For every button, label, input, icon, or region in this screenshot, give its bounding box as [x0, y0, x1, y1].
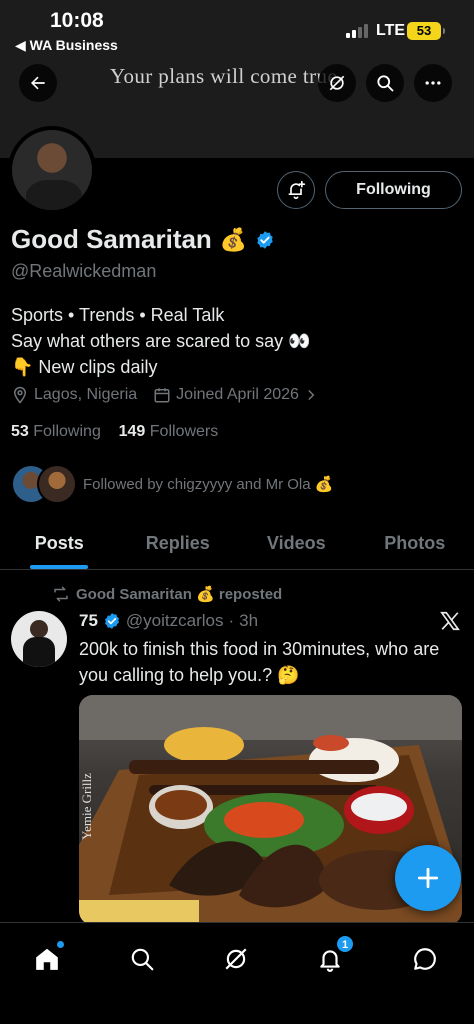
post-author-handle[interactable]: @yoitzcarlos	[126, 611, 224, 631]
tab-replies[interactable]: Replies	[119, 522, 238, 569]
tab-posts[interactable]: Posts	[0, 522, 119, 569]
compose-button[interactable]	[395, 845, 461, 911]
profile-meta: Lagos, Nigeria Joined April 2026	[11, 386, 334, 404]
money-bag-emoji: 💰	[219, 226, 248, 252]
nav-grok[interactable]	[214, 937, 258, 981]
followed-by-row[interactable]: Followed by chigzyyyy and Mr Ola 💰	[11, 464, 333, 504]
more-button[interactable]	[414, 64, 452, 102]
tab-photos[interactable]: Photos	[356, 522, 474, 569]
joined-item[interactable]: Joined April 2026	[153, 386, 318, 404]
back-arrow-icon	[31, 76, 45, 90]
bio-line: 👇 New clips daily	[11, 357, 158, 377]
grok-icon	[225, 948, 247, 970]
grok-button[interactable]	[318, 64, 356, 102]
post-separator: ·	[228, 611, 235, 630]
post-time: 3h	[239, 611, 259, 630]
home-indicator-dot	[57, 941, 64, 948]
followers-count-link[interactable]: 149 Followers	[119, 423, 219, 440]
grok-icon	[329, 75, 345, 91]
followed-by-text: Followed by chigzyyyy and Mr Ola 💰	[83, 476, 334, 493]
tab-videos[interactable]: Videos	[237, 522, 356, 569]
post-author-avatar[interactable]	[11, 611, 67, 667]
x-logo-icon[interactable]	[439, 610, 461, 632]
bottom-nav: 1	[0, 922, 474, 1024]
network-label: LTE	[376, 22, 406, 39]
battery-icon: 53	[407, 22, 445, 40]
bio-line: Say what others are scared to say 👀	[11, 331, 311, 351]
verified-icon	[104, 613, 119, 629]
location-text: Lagos, Nigeria	[34, 386, 138, 403]
bio-line: Sports • Trends • Real Talk	[11, 305, 225, 325]
followers-count: 149	[118, 423, 146, 440]
joined-text: Joined April 2026	[176, 386, 299, 403]
post-author-name[interactable]: 75	[79, 611, 98, 631]
home-icon	[36, 948, 58, 970]
following-count-link[interactable]: 53 Following	[11, 423, 101, 440]
status-bar: 10:08 ◀ WA Business LTE 53	[0, 0, 474, 60]
post-header: 75 @yoitzcarlos · 3h	[79, 611, 258, 631]
nav-notifications[interactable]: 1	[308, 935, 354, 981]
search-button[interactable]	[366, 64, 404, 102]
profile-avatar[interactable]	[8, 126, 96, 214]
verified-icon[interactable]	[255, 230, 275, 250]
profile-name: Good Samaritan 💰	[11, 224, 275, 255]
banner-text: Your plans will come true.	[110, 64, 343, 88]
image-watermark: Yemie Grillz	[79, 773, 94, 840]
calendar-icon	[154, 388, 170, 403]
follow-counts: 53 Following 149 Followers	[11, 423, 218, 441]
follower-avatar	[37, 464, 77, 504]
profile-name-text: Good Samaritan	[11, 224, 212, 254]
following-label: Following	[33, 423, 101, 440]
messages-icon	[414, 948, 436, 970]
location-item: Lagos, Nigeria	[11, 386, 137, 404]
signal-icon	[346, 24, 370, 38]
status-time: 10:08	[50, 9, 104, 32]
profile-tabs: Posts Replies Videos Photos	[0, 522, 474, 570]
post-text: 200k to finish this food in 30minutes, w…	[79, 639, 440, 685]
more-icon	[425, 81, 441, 85]
profile-handle: @Realwickedman	[11, 261, 157, 281]
search-icon	[131, 948, 154, 971]
notifications-badge: 1	[336, 935, 354, 953]
nav-search[interactable]	[120, 937, 164, 981]
repost-indicator: Good Samaritan 💰 reposted	[52, 585, 282, 603]
search-icon	[377, 75, 394, 92]
following-count: 53	[11, 423, 29, 440]
followers-label: Followers	[149, 423, 219, 440]
nav-home[interactable]	[25, 937, 69, 981]
plus-icon	[417, 867, 439, 889]
notifications-toggle-button[interactable]	[277, 171, 315, 209]
chevron-right-icon	[308, 390, 315, 400]
back-button[interactable]	[19, 64, 57, 102]
location-icon	[13, 386, 27, 404]
bell-plus-icon	[288, 180, 306, 200]
following-button[interactable]: Following	[325, 171, 462, 209]
repost-label: Good Samaritan 💰 reposted	[76, 586, 283, 603]
back-to-app-link[interactable]: ◀ WA Business	[15, 37, 118, 54]
nav-messages[interactable]	[403, 937, 447, 981]
profile-bio: Sports • Trends • Real Talk Say what oth…	[11, 302, 311, 380]
repost-icon	[54, 586, 68, 602]
